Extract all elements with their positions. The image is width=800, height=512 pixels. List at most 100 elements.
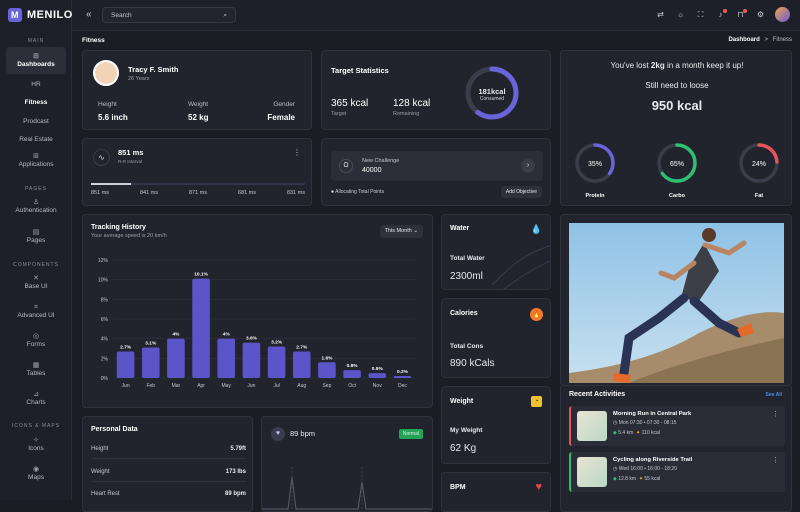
weight-value: 52 kg [188,113,209,122]
fire-icon: 🔥 [530,308,543,321]
sidebar-item-prodcast[interactable]: Prodcast [6,118,66,125]
personal-row: Weight 173 lbs [91,469,246,475]
bar-aug[interactable] [292,351,311,378]
apps-icon: ⊞ [33,153,39,160]
activity-item[interactable]: Morning Run in Central Park ◷ Mon 07:30 … [569,406,785,446]
challenge-arrow-icon[interactable]: › [521,159,535,173]
rr-reading: 871 ms [188,190,208,196]
cart-icon[interactable]: ⊓ [735,9,747,19]
rr-more-icon[interactable]: ⋮ [293,148,301,157]
collapse-icon[interactable]: « [86,9,92,20]
macro-carbo: 65% Carbo [655,141,699,201]
water-value: 2300ml [450,271,483,282]
sidebar-item-dashboards[interactable]: ⊞ Dashboards [6,47,66,74]
bar-apr[interactable] [192,278,210,378]
macro-name: Carbo [669,193,685,199]
personal-title: Personal Data [91,426,138,433]
consumed-label: Consumed [479,96,505,102]
x-tick-label: Nov [373,383,382,389]
bpm-title: BPM [450,484,466,491]
activity-item[interactable]: Cycling along Riverside Trail ◷ Wed 16:0… [569,452,785,492]
rr-reading: 831 ms [286,190,305,196]
sidebar-item-pages[interactable]: ▤ Pages [6,228,66,244]
activity-more-icon[interactable]: ⋮ [772,456,779,464]
y-tick-label: 4% [101,337,109,343]
logo[interactable]: M MENILO [8,8,73,22]
y-tick-label: 10% [98,278,109,284]
translate-icon[interactable]: ⇄ [655,10,666,19]
bar-feb[interactable] [141,347,160,378]
sidebar-item-applications[interactable]: ⊞ Applications [6,152,66,168]
sidebar-item-maps[interactable]: ◉ Maps [6,465,66,481]
heart-icon: ♥ [535,481,542,493]
pulse-icon: ∿ [93,149,110,166]
y-tick-label: 6% [101,317,109,323]
rr-reading: 681 ms [237,190,256,196]
bar-may[interactable] [217,338,236,378]
bar-dec[interactable] [393,376,412,378]
bar-jun[interactable] [116,351,135,378]
star-icon: ✧ [33,437,39,444]
notification-icon[interactable]: ♪ [715,9,727,19]
sidebar-item-base-ui[interactable]: ✕ Base UI [6,274,66,290]
divider [91,458,246,459]
macro-protein: 35% Protein [573,141,617,201]
see-all-link[interactable]: See All [766,392,783,398]
section-components: COMPONENTS [13,262,59,268]
breadcrumb-home[interactable]: Dashboard [728,37,759,43]
water-decoration [492,245,550,289]
activity-kcal: 55 kcal [644,476,661,482]
sidebar-item-authentication[interactable]: ♙ Authentication [6,198,66,214]
scale-icon: ◔ [531,396,542,407]
gear-icon[interactable]: ⚙ [755,10,766,19]
calories-card: Calories 🔥 Total Cons 890 kCals [441,298,551,378]
loss-text-end: in a month keep it up! [664,61,744,70]
runner-image-card [560,214,792,386]
sidebar-item-tables[interactable]: ▦ Tables [6,361,66,377]
fullscreen-icon[interactable]: ⛶ [695,10,706,20]
puzzle-icon: ⌗ [34,304,38,311]
bar-mar[interactable] [167,338,185,378]
topbar: « Search ⌕ ⇄ ☼ ⛶ ♪ ⊓ ⚙ [72,0,800,31]
status-badge: Normal [398,429,423,439]
heart-rate-value: 89 bpm [290,429,316,438]
activity-more-icon[interactable]: ⋮ [772,410,779,418]
sidebar-item-real-estate[interactable]: Real Estate [6,136,66,143]
x-tick-label: Aug [297,383,306,389]
challenge-value: 40000 [362,167,382,174]
breadcrumb: Dashboard > Fitness [728,37,792,43]
y-tick-label: 12% [98,258,109,264]
rr-value: 851 ms [118,148,144,157]
rr-label: R-R Interval [118,159,143,164]
activity-stats: ◆ 5.4 km ✦ 110 kcal [613,430,660,436]
sidebar-item-hr[interactable]: HR [6,81,66,88]
x-tick-label: Sep [322,383,331,389]
bar-jun[interactable] [242,342,261,378]
bar-jul[interactable] [267,346,286,378]
personal-key: Weight [91,469,110,475]
section-main: MAIN [27,38,45,44]
need-text: Still need to loose [645,81,709,90]
heart-rate-chart [262,467,432,511]
avatar[interactable] [775,7,790,22]
sidebar-item-forms[interactable]: ◎ Forms [6,332,66,348]
sidebar-item-fitness[interactable]: Fitness [6,99,66,106]
personal-value: 89 bpm [224,491,246,497]
bar-oct[interactable] [343,370,361,378]
sidebar-item-icons[interactable]: ✧ Icons [6,436,66,452]
activity-kcal: 110 kcal [641,430,660,436]
add-objective-button[interactable]: Add Objective [500,186,542,198]
search-input[interactable]: Search ⌕ [102,7,236,23]
sidebar-item-advanced-ui[interactable]: ⌗ Advanced UI [6,303,66,319]
activity-time-text: Wed 16:00 • 16:00 - 18:20 [618,466,677,472]
sidebar-item-charts[interactable]: ⊿ Charts [6,390,66,406]
theme-icon[interactable]: ☼ [675,10,686,19]
consumed-value: 181kcal [478,87,506,96]
heart-rate-card: ♥ 89 bpm Normal [261,416,433,512]
gender-label: Gender [273,101,295,108]
challenge-card: Ω New Challenge 40000 › ● Allocating Tot… [321,138,551,206]
bar-sep[interactable] [318,362,336,378]
bar-nov[interactable] [368,373,387,378]
form-icon: ◎ [32,333,40,340]
x-tick-label: Jun [122,383,130,389]
